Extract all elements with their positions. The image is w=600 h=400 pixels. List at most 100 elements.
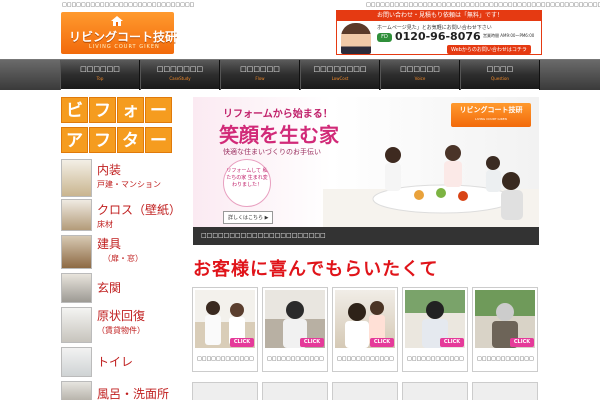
before-after-char: フ <box>89 97 116 123</box>
customer-label: □□□□□□□□□□□□ <box>477 356 534 362</box>
category-subtitle: （賃貸物件） <box>97 326 145 335</box>
hero-banner[interactable]: リフォームから始まる！ 笑顔を生む家 快適な住まいづくりのお手伝い リフォームし… <box>193 97 539 245</box>
sidebar-item-restoration[interactable]: 原状回復 （賃貸物件） <box>61 307 175 343</box>
category-title: 建具 <box>97 237 122 251</box>
category-title: 風呂・洗面所 <box>97 387 170 400</box>
category-thumbnail <box>61 235 92 269</box>
banner-logo-sub: LIVING COURT GIKEN <box>475 117 507 121</box>
nav-item-voice[interactable]: □□□□□□ Voice <box>380 60 460 90</box>
nav-sublabel: CaseStudy <box>169 76 191 81</box>
nav-sublabel: Flow <box>255 76 265 81</box>
nav-label: □□□□□□ <box>400 65 440 73</box>
category-thumbnail <box>61 381 92 400</box>
nav-edge-right <box>540 60 600 90</box>
category-title: クロス（壁紙） <box>97 203 182 217</box>
click-badge: CLICK <box>510 338 534 347</box>
nav-sublabel: Voice <box>414 76 426 81</box>
nav-label: □□□□□□ <box>240 65 280 73</box>
category-subtitle: 床材 <box>97 220 113 229</box>
customer-card[interactable] <box>402 382 468 400</box>
sidebar-item-bath[interactable]: 風呂・洗面所 <box>61 381 175 400</box>
nav-sublabel: LowCost <box>331 76 349 81</box>
site-logo[interactable]: リビングコート技研 LIVING COURT GIKEN <box>61 12 178 54</box>
banner-logo: リビングコート技研 LIVING COURT GIKEN <box>451 103 531 127</box>
category-title: 内装 <box>97 163 122 177</box>
customer-card[interactable] <box>472 382 538 400</box>
nav-item-lowcost[interactable]: □□□□□□□□ LowCost <box>300 60 380 90</box>
category-thumbnail <box>61 307 92 343</box>
banner-caption: □□□□□□□□□□□□□□□□□□□□□□ <box>193 227 539 245</box>
customer-label: □□□□□□□□□□□□ <box>197 356 254 362</box>
nav-sublabel: Question <box>491 76 509 81</box>
free-dial-icon: FD <box>377 33 392 42</box>
header-tagline-right: □□□□□□□□□□□□□□□□□□□□□□□□□□□□□□□□□□□□□□□□… <box>366 2 600 8</box>
customer-card[interactable]: CLICK □□□□□□□□□□□□ <box>472 287 538 372</box>
section-heading: お客様に喜んでもらいたくて <box>193 259 439 280</box>
before-after-banner[interactable]: ビ フ ォ ー ア フ タ ー <box>61 97 174 155</box>
customer-card[interactable] <box>192 382 258 400</box>
contact-box[interactable]: お問い合わせ・見積もり依頼は「無料」です！ ホームページ見た」とお気軽にお問い合… <box>336 10 542 55</box>
before-after-char: タ <box>117 127 144 153</box>
sidebar-item-entrance[interactable]: 玄関 <box>61 273 175 303</box>
customer-label: □□□□□□□□□□□□ <box>267 356 324 362</box>
category-title: 原状回復 <box>97 309 146 323</box>
category-thumbnail <box>61 199 92 231</box>
category-thumbnail <box>61 273 92 303</box>
customer-card[interactable]: CLICK □□□□□□□□□□□□ <box>262 287 328 372</box>
nav-label: □□□□□□□ <box>156 65 204 73</box>
phone-number[interactable]: 0120-96-8076 <box>395 30 481 43</box>
before-after-char: ォ <box>117 97 144 123</box>
banner-lead: リフォームから始まる！ <box>223 109 333 120</box>
banner-tagline: 快適な住まいづくりのお手伝い <box>223 148 321 156</box>
sidebar-item-fittings[interactable]: 建具 （扉・窓） <box>61 235 175 269</box>
family-photo <box>323 145 539 229</box>
category-thumbnail <box>61 347 92 377</box>
customer-card[interactable] <box>332 382 398 400</box>
sidebar-item-toilet[interactable]: トイレ <box>61 347 175 377</box>
business-hours: 営業時間 AM9:00〜PM6:00 <box>483 33 535 38</box>
customer-label: □□□□□□□□□□□□ <box>337 356 394 362</box>
banner-headline: 笑顔を生む家 <box>219 123 339 147</box>
customer-card[interactable]: CLICK □□□□□□□□□□□□ <box>402 287 468 372</box>
nav-label: □□□□□□□□ <box>313 65 367 73</box>
nav-edge-left <box>0 60 60 90</box>
customer-card[interactable] <box>262 382 328 400</box>
nav-label: □□□□ <box>486 65 514 73</box>
sidebar-item-interior[interactable]: 内装 戸建・マンション <box>61 159 175 197</box>
click-badge: CLICK <box>230 338 254 347</box>
nav-item-question[interactable]: □□□□ Question <box>460 60 540 90</box>
header-tagline: □□□□□□□□□□□□□□□□□□□□□□□□□□□□ <box>62 2 195 8</box>
click-badge: CLICK <box>370 338 394 347</box>
nav-label: □□□□□□ <box>80 65 120 73</box>
logo-name: リビングコート技研 <box>69 30 178 44</box>
before-after-char: ビ <box>61 97 88 123</box>
category-title: 玄関 <box>97 281 122 295</box>
sidebar-item-cloth[interactable]: クロス（壁紙） 床材 <box>61 199 181 231</box>
banner-logo-name: リビングコート技研 <box>459 106 523 114</box>
operator-avatar <box>341 23 371 54</box>
category-subtitle: （扉・窓） <box>103 254 143 263</box>
nav-item-casestudy[interactable]: □□□□□□□ CaseStudy <box>140 60 220 90</box>
web-inquiry-link[interactable]: Webからのお問い合わせはコチラ <box>447 45 531 54</box>
global-nav: □□□□□□ Top □□□□□□□ CaseStudy □□□□□□ Flow… <box>0 59 600 90</box>
nav-item-top[interactable]: □□□□□□ Top <box>60 60 140 90</box>
nav-sublabel: Top <box>96 76 104 81</box>
page: □□□□□□□□□□□□□□□□□□□□□□□□□□□□ □□□□□□□□□□□… <box>0 0 600 400</box>
customer-label: □□□□□□□□□□□□ <box>407 356 464 362</box>
contact-strip: お問い合わせ・見積もり依頼は「無料」です！ <box>337 11 541 21</box>
before-after-char: ー <box>145 97 172 123</box>
logo-subtitle: LIVING COURT GIKEN <box>89 44 160 50</box>
house-icon <box>111 16 123 26</box>
before-after-char: ー <box>145 127 172 153</box>
details-button[interactable]: 詳しくはこちら ▶ <box>223 211 274 224</box>
before-after-char: フ <box>89 127 116 153</box>
click-badge: CLICK <box>440 338 464 347</box>
category-thumbnail <box>61 159 92 197</box>
nav-item-flow[interactable]: □□□□□□ Flow <box>220 60 300 90</box>
customer-card[interactable]: CLICK □□□□□□□□□□□□ <box>332 287 398 372</box>
speech-bubble: リフォームして 私たちの家 生まれ変わりました！ <box>223 159 271 207</box>
customer-card[interactable]: CLICK □□□□□□□□□□□□ <box>192 287 258 372</box>
customer-voice-grid: CLICK □□□□□□□□□□□□ CLICK □□□□□□□□□□□□ CL… <box>192 287 539 400</box>
before-after-char: ア <box>61 127 88 153</box>
category-subtitle: 戸建・マンション <box>97 180 161 189</box>
